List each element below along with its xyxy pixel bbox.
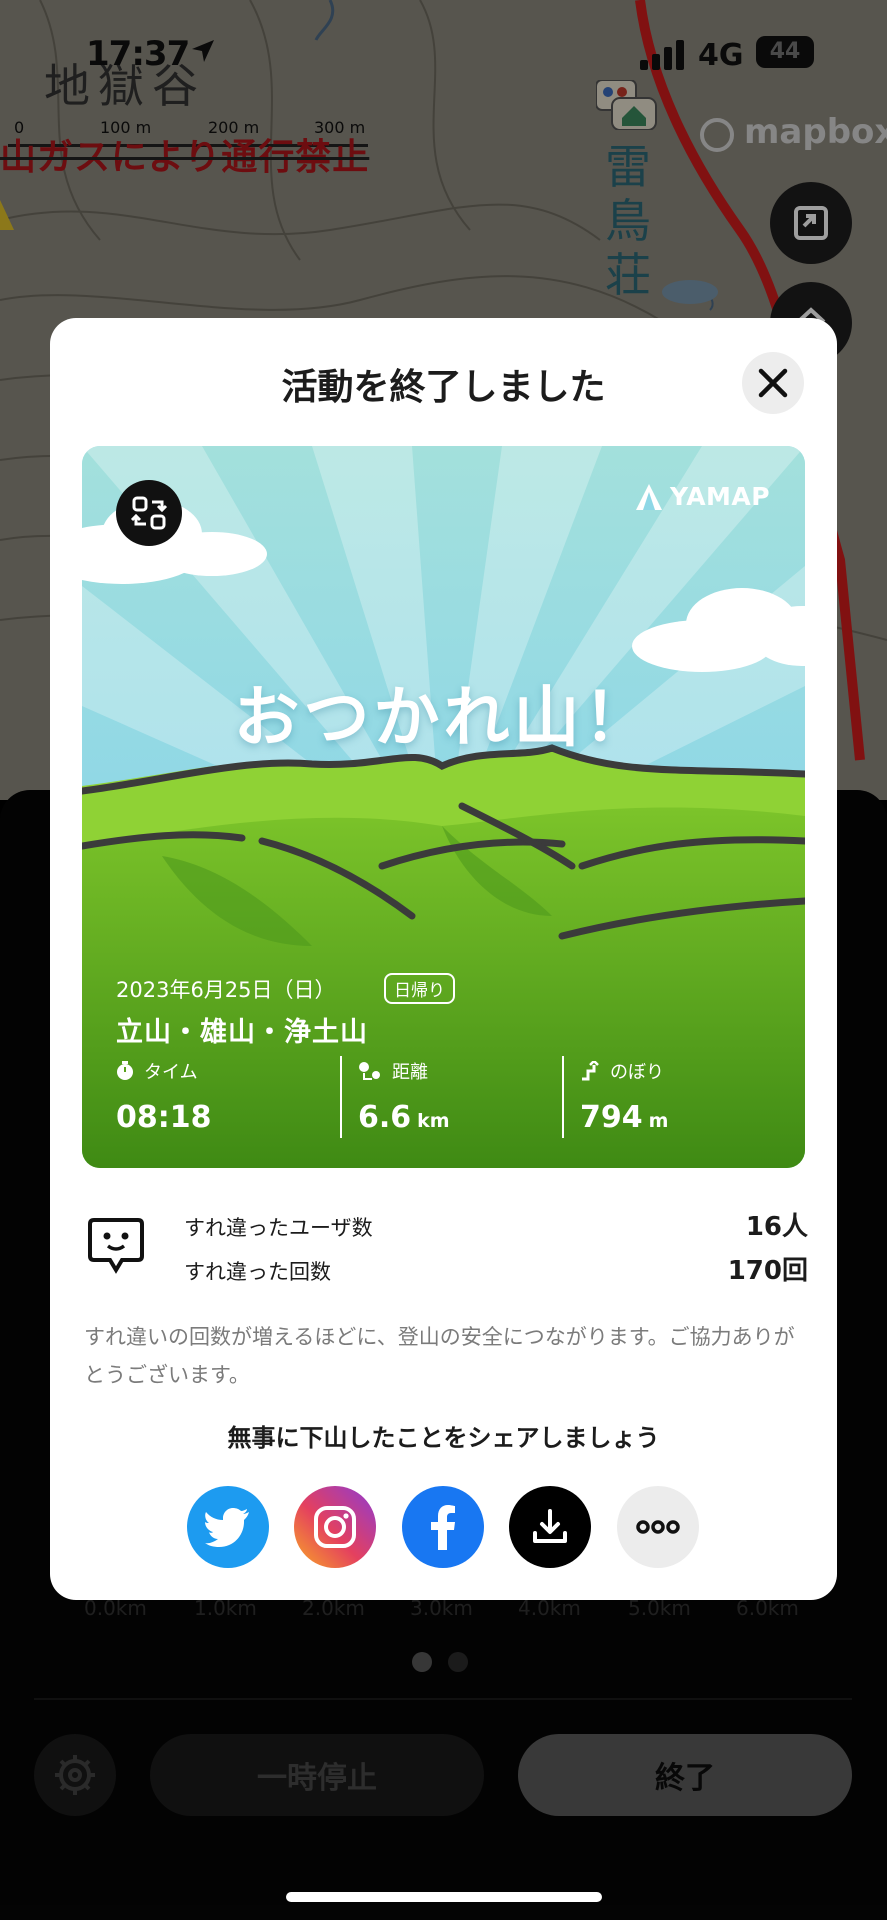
modal-title: 活動を終了しました xyxy=(281,367,606,408)
more-icon xyxy=(636,1520,680,1534)
passing-users-label: すれ違ったユーザ数 xyxy=(184,1216,373,1240)
stopwatch-icon xyxy=(117,1061,133,1080)
yamap-logo-icon xyxy=(636,484,662,510)
card-headline: おつかれ山！ xyxy=(233,679,654,756)
passing-note: すれ違いの回数が増えるほどに、登山の安全につながります。ご協力ありがとうございま… xyxy=(84,1325,795,1387)
trip-type-badge: 日帰り xyxy=(384,973,455,1004)
stat-distance: 距離 6.6 km xyxy=(358,1058,450,1135)
share-more-button[interactable] xyxy=(617,1486,699,1568)
passing-users-value: 16人 xyxy=(745,1212,808,1242)
download-icon xyxy=(533,1509,567,1543)
stat-ascent: のぼり 794 m xyxy=(580,1058,668,1135)
stat-label: のぼり xyxy=(610,1062,664,1083)
activity-complete-modal: 活動を終了しました YAMAP おつかれ山！ 2023年6月25日（日） 日帰り… xyxy=(50,318,837,1600)
stat-divider xyxy=(562,1056,564,1138)
share-twitter-button[interactable] xyxy=(187,1486,269,1568)
stat-value: 6.6 xyxy=(358,1100,412,1135)
twitter-icon xyxy=(205,1508,249,1547)
swap-card-button[interactable] xyxy=(116,480,182,546)
instagram-icon xyxy=(314,1506,356,1548)
passing-count-value: 170回 xyxy=(727,1256,808,1286)
share-title: 無事に下山したことをシェアしましょう xyxy=(227,1424,660,1452)
passing-count-label: すれ違った回数 xyxy=(184,1260,331,1284)
passing-users-icon xyxy=(88,1218,144,1274)
stat-unit: km xyxy=(417,1110,450,1132)
passing-stats: すれ違ったユーザ数 16人 すれ違った回数 170回 xyxy=(80,1206,808,1306)
stat-label: タイム xyxy=(144,1062,198,1083)
brand-logo: YAMAP xyxy=(670,482,771,511)
stat-value: 08:18 xyxy=(116,1100,212,1135)
route-icon xyxy=(359,1062,380,1080)
stat-label: 距離 xyxy=(392,1062,428,1083)
stat-divider xyxy=(340,1056,342,1138)
close-icon xyxy=(758,368,788,398)
ascent-icon xyxy=(582,1061,599,1081)
activity-share-card: YAMAP おつかれ山！ 2023年6月25日（日） 日帰り 立山・雄山・浄土山… xyxy=(82,446,805,1168)
mountain-names: 立山・雄山・浄土山 xyxy=(116,1017,368,1048)
stat-unit: m xyxy=(648,1110,669,1132)
share-instagram-button[interactable] xyxy=(294,1486,376,1568)
stat-value: 794 xyxy=(580,1100,643,1135)
share-facebook-button[interactable] xyxy=(402,1486,484,1568)
facebook-icon xyxy=(431,1505,455,1550)
swap-icon xyxy=(130,496,168,530)
download-button[interactable] xyxy=(509,1486,591,1568)
activity-date: 2023年6月25日（日） xyxy=(116,978,336,1002)
close-button[interactable] xyxy=(742,352,804,414)
home-indicator[interactable] xyxy=(286,1892,602,1902)
stat-time: タイム 08:18 xyxy=(116,1058,212,1135)
